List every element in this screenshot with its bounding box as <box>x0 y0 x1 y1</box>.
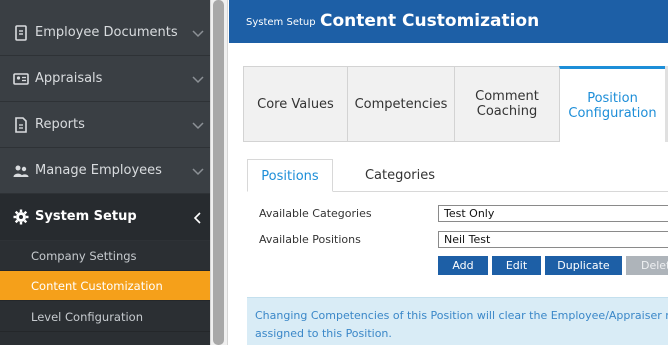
chevron-left-icon <box>193 212 201 224</box>
sidebar-item-employee-documents[interactable]: Employee Documents <box>0 10 210 56</box>
sidebar-item-label: Reports <box>35 117 85 132</box>
delete-button[interactable]: Delete <box>626 256 668 275</box>
sidebar-item-manage-employees[interactable]: Manage Employees <box>0 148 210 194</box>
submenu-item-content-customization[interactable]: Content Customization <box>0 271 210 301</box>
add-button[interactable]: Add <box>438 256 488 275</box>
sidebar-item-appraisals[interactable]: Appraisals <box>0 56 210 102</box>
gear-icon <box>13 209 29 225</box>
info-alert-line-1: Changing Competencies of this Position w… <box>255 309 668 322</box>
tab-competencies[interactable]: Competencies <box>347 66 455 142</box>
submenu-item-level-configuration[interactable]: Level Configuration <box>0 302 210 332</box>
sidebar-item-label: System Setup <box>35 209 137 224</box>
available-categories-label: Available Categories <box>259 207 372 220</box>
available-categories-select[interactable]: Test Only <box>438 205 668 222</box>
edit-button[interactable]: Edit <box>492 256 541 275</box>
chevron-down-icon <box>192 30 204 38</box>
tab-core-values[interactable]: Core Values <box>243 66 348 142</box>
sidebar-item-reports[interactable]: Reports <box>0 102 210 148</box>
chevron-down-icon <box>192 168 204 176</box>
sidebar-submenu: Company Settings Content Customization L… <box>0 241 210 345</box>
id-card-icon <box>13 73 29 85</box>
tab-comment-coaching[interactable]: Comment Coaching <box>454 66 560 142</box>
info-alert: Changing Competencies of this Position w… <box>247 297 668 345</box>
page-header: System Setup Content Customization <box>229 0 668 43</box>
page-title: Content Customization <box>320 11 540 31</box>
subtab-positions[interactable]: Positions <box>247 159 333 192</box>
available-positions-select[interactable]: Neil Test <box>438 231 668 248</box>
sidebar: Employee Documents Appraisals Reports Ma… <box>0 0 210 345</box>
subtab-categories[interactable]: Categories <box>354 159 446 192</box>
info-alert-line-2: assigned to this Position. <box>255 327 392 340</box>
tab-position-configuration[interactable]: Position Configuration <box>559 66 666 142</box>
report-icon <box>15 117 27 133</box>
chevron-down-icon <box>192 122 204 130</box>
users-icon <box>13 165 29 177</box>
scrollbar-thumb[interactable] <box>213 0 224 345</box>
sidebar-item-label: Appraisals <box>35 71 103 86</box>
subtab-bar: Positions Categories <box>247 159 668 192</box>
submenu-item-company-settings[interactable]: Company Settings <box>0 241 210 271</box>
duplicate-button[interactable]: Duplicate <box>545 256 622 275</box>
sidebar-item-label: Employee Documents <box>35 25 178 40</box>
breadcrumb: System Setup <box>246 17 316 28</box>
document-icon <box>15 25 27 41</box>
available-positions-label: Available Positions <box>259 233 361 246</box>
sidebar-item-system-setup[interactable]: System Setup <box>0 194 210 241</box>
chevron-down-icon <box>192 76 204 84</box>
sidebar-item-label: Manage Employees <box>35 163 162 178</box>
